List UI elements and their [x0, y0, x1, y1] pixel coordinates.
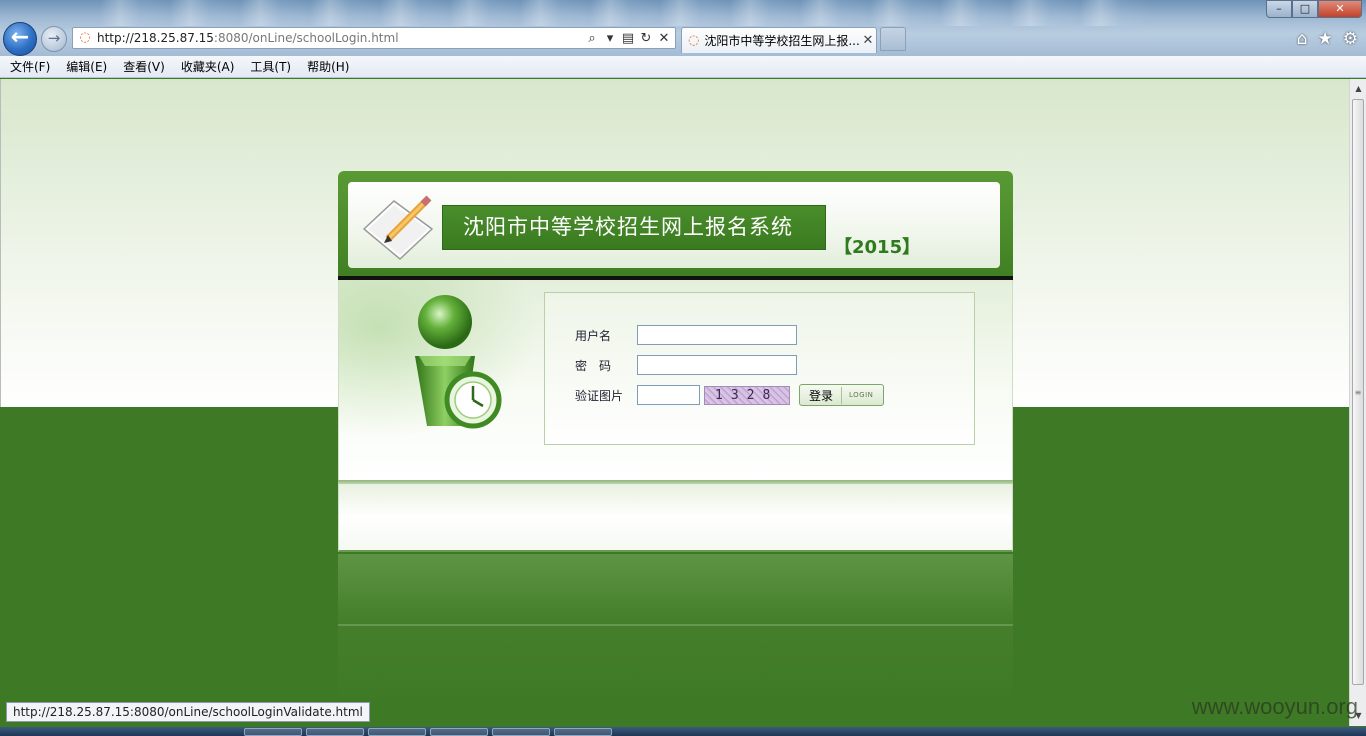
panel-body: 用户名 密 码 验证图片 1328 登录 LOGIN [338, 280, 1013, 480]
tab-strip-background [100, 0, 1150, 26]
panel-header: 沈阳市中等学校招生网上报名系统 【2015】 [338, 171, 1013, 281]
login-panel: 沈阳市中等学校招生网上报名系统 【2015】 用户名 密 码 验证图片 1328… [338, 171, 1013, 552]
os-taskbar [0, 727, 1366, 736]
pencil-note-icon [362, 195, 434, 261]
refresh-icon[interactable]: ↻ [639, 31, 653, 46]
watermark: www.wooyun.org [1191, 694, 1358, 719]
taskbar-item[interactable] [554, 728, 612, 736]
tab-close-icon[interactable]: ✕ [860, 33, 876, 48]
address-bar[interactable]: ◌ http://218.25.87.15:8080/onLine/school… [72, 27, 676, 49]
login-form: 用户名 密 码 验证图片 1328 登录 LOGIN [544, 292, 975, 445]
login-button-label: 登录 [800, 386, 842, 404]
minimize-button[interactable]: – [1266, 0, 1292, 18]
maximize-button[interactable]: □ [1292, 0, 1318, 18]
forward-button[interactable]: → [41, 26, 67, 52]
close-window-button[interactable]: ✕ [1318, 0, 1362, 18]
menu-bar: 文件(F) 编辑(E) 查看(V) 收藏夹(A) 工具(T) 帮助(H) [0, 56, 1366, 78]
username-row: 用户名 [575, 325, 797, 345]
taskbar-item[interactable] [492, 728, 550, 736]
menu-help[interactable]: 帮助(H) [307, 58, 349, 75]
favorites-star-icon[interactable]: ★ [1318, 29, 1333, 49]
new-tab-button[interactable] [880, 27, 906, 51]
menu-file[interactable]: 文件(F) [10, 58, 50, 75]
vertical-scrollbar[interactable]: ▲ ≡ ▼ [1349, 79, 1366, 726]
captcha-row: 验证图片 1328 登录 LOGIN [575, 384, 884, 406]
reflection-line [338, 624, 1013, 626]
search-icon[interactable]: ⌕ [585, 31, 599, 46]
panel-reflection [338, 554, 1013, 704]
user-clock-icon [415, 295, 502, 429]
panel-footer [338, 484, 1013, 552]
captcha-label: 验证图片 [575, 388, 624, 403]
taskbar-item[interactable] [368, 728, 426, 736]
captcha-input[interactable] [637, 385, 700, 405]
password-label: 密 码 [575, 358, 612, 373]
menu-edit[interactable]: 编辑(E) [66, 58, 107, 75]
menu-tools[interactable]: 工具(T) [250, 58, 291, 75]
system-title: 沈阳市中等学校招生网上报名系统 [442, 205, 826, 250]
login-button[interactable]: 登录 LOGIN [799, 384, 884, 406]
back-button[interactable]: ← [3, 22, 37, 56]
scroll-up-arrow-icon[interactable]: ▲ [1351, 81, 1366, 97]
status-link-preview: http://218.25.87.15:8080/onLine/schoolLo… [6, 702, 370, 722]
page-viewport: 沈阳市中等学校招生网上报名系统 【2015】 用户名 密 码 验证图片 1328… [0, 79, 1349, 726]
tab-current[interactable]: ◌ 沈阳市中等学校招生网上报... ✕ [681, 27, 877, 53]
taskbar-item[interactable] [306, 728, 364, 736]
url-path: :8080/onLine/schoolLogin.html [213, 31, 399, 45]
taskbar-item[interactable] [430, 728, 488, 736]
settings-gear-icon[interactable]: ⚙ [1343, 29, 1358, 49]
login-button-english: LOGIN [849, 391, 874, 399]
page-loading-icon: ◌ [79, 30, 91, 45]
username-input[interactable] [637, 325, 797, 345]
menu-favorites[interactable]: 收藏夹(A) [181, 58, 235, 75]
tab-title: 沈阳市中等学校招生网上报... [704, 34, 860, 48]
tab-loading-icon: ◌ [688, 33, 700, 48]
menu-view[interactable]: 查看(V) [123, 58, 165, 75]
home-icon[interactable]: ⌂ [1297, 29, 1308, 49]
password-row: 密 码 [575, 355, 797, 375]
dropdown-icon[interactable]: ▾ [603, 31, 617, 46]
captcha-image[interactable]: 1328 [704, 385, 790, 405]
username-label: 用户名 [575, 328, 612, 343]
year-label: 【2015】 [834, 237, 921, 258]
scroll-thumb[interactable]: ≡ [1352, 99, 1364, 685]
stop-icon[interactable]: ✕ [657, 31, 671, 46]
browser-title-bar: ← → ◌ http://218.25.87.15:8080/onLine/sc… [0, 0, 1366, 56]
url-host: http://218.25.87.15 [97, 31, 214, 45]
taskbar-item[interactable] [244, 728, 302, 736]
password-input[interactable] [637, 355, 797, 375]
address-url[interactable]: http://218.25.87.15:8080/onLine/schoolLo… [97, 31, 585, 45]
compat-view-icon[interactable]: ▤ [621, 31, 635, 46]
